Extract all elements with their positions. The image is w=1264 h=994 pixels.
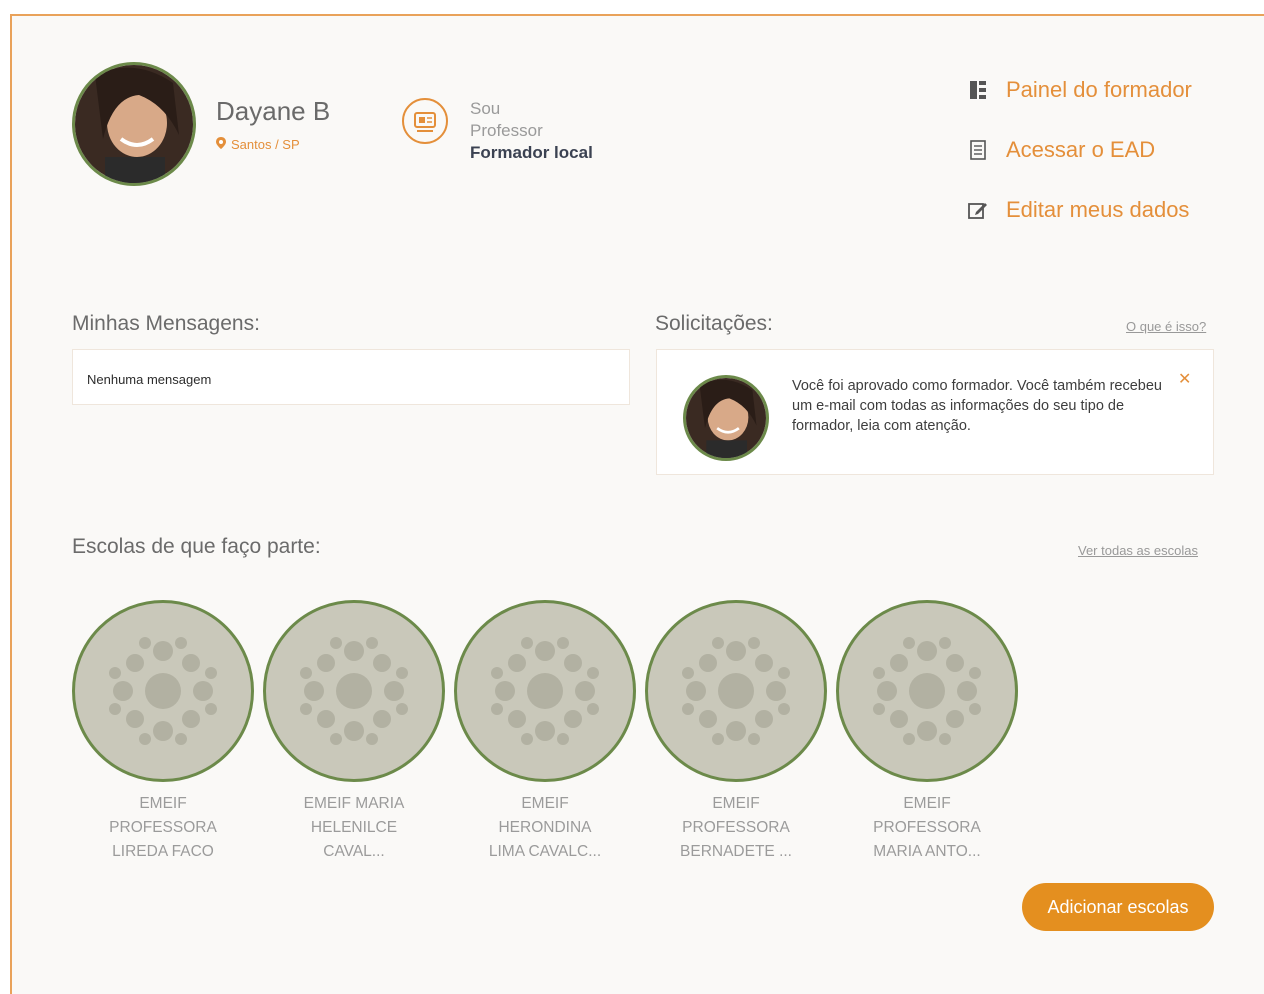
messages-empty-text: Nenhuma mensagem	[87, 372, 212, 387]
document-icon	[968, 140, 988, 160]
close-icon[interactable]: ✕	[1178, 369, 1191, 389]
school-name: EMEIF PROFESSORA BERNADETE ...	[645, 792, 827, 864]
school-logo-icon	[645, 600, 827, 782]
school-logo-icon	[454, 600, 636, 782]
school-name-line: EMEIF	[903, 795, 951, 812]
school-name-line: EMEIF	[139, 795, 187, 812]
school-logo-icon	[263, 600, 445, 782]
teacher-role-icon	[402, 98, 448, 144]
role-line-sou: Sou	[470, 99, 501, 118]
requests-help-link[interactable]: O que é isso?	[1126, 319, 1206, 334]
menu-editar-dados[interactable]: Editar meus dados	[968, 180, 1192, 240]
school-logo-icon	[836, 600, 1018, 782]
requests-title: Solicitações:	[655, 312, 773, 335]
schools-title: Escolas de que faço parte:	[72, 535, 321, 558]
role-line-professor: Professor	[470, 121, 543, 140]
school-name-line: PROFESSORA	[109, 819, 217, 836]
school-item[interactable]: EMEIF PROFESSORA LIREDA FACO	[72, 600, 254, 864]
school-name-line: PROFESSORA	[682, 819, 790, 836]
school-name-line: EMEIF MARIA	[303, 795, 405, 812]
menu-painel-formador[interactable]: Painel do formador	[968, 60, 1192, 120]
school-name-line: LIMA CAVALC...	[488, 843, 602, 860]
school-name-line: MARIA ANTO...	[873, 843, 981, 860]
role-info: Sou Professor Formador local	[470, 98, 593, 164]
school-item[interactable]: EMEIF PROFESSORA BERNADETE ...	[645, 600, 827, 864]
school-name-line: PROFESSORA	[873, 819, 981, 836]
school-name: EMEIF PROFESSORA LIREDA FACO	[72, 792, 254, 864]
schools-see-all-link[interactable]: Ver todas as escolas	[1078, 543, 1198, 558]
menu-label-ead: Acessar o EAD	[1006, 137, 1156, 162]
panel-icon	[968, 80, 988, 100]
school-name: EMEIF PROFESSORA MARIA ANTO...	[836, 792, 1018, 864]
school-name: EMEIF MARIA HELENILCE CAVAL...	[263, 792, 445, 864]
menu-acessar-ead[interactable]: Acessar o EAD	[968, 120, 1192, 180]
request-avatar	[683, 375, 769, 461]
user-avatar	[72, 62, 196, 186]
school-name-line: HELENILCE	[310, 819, 398, 836]
messages-title: Minhas Mensagens:	[72, 312, 260, 335]
menu-label-editar: Editar meus dados	[1006, 197, 1190, 222]
edit-icon	[968, 200, 988, 220]
school-item[interactable]: EMEIF PROFESSORA MARIA ANTO...	[836, 600, 1018, 864]
school-name-line: LIREDA FACO	[112, 843, 214, 860]
location-text: Santos / SP	[231, 137, 300, 152]
role-line-formador: Formador local	[470, 143, 593, 162]
school-name: EMEIF HERONDINA LIMA CAVALC...	[454, 792, 636, 864]
school-logo-icon	[72, 600, 254, 782]
request-text: Você foi aprovado como formador. Você ta…	[792, 378, 1162, 434]
school-name-line: EMEIF	[712, 795, 760, 812]
location-pin-icon	[216, 137, 226, 152]
user-name: Dayane B	[216, 96, 331, 126]
profile-menu: Painel do formador Acessar o EAD Editar …	[968, 60, 1192, 240]
school-name-line: BERNADETE ...	[680, 843, 792, 860]
add-schools-button[interactable]: Adicionar escolas	[1022, 883, 1214, 931]
messages-box: Nenhuma mensagem	[72, 349, 630, 405]
school-item[interactable]: EMEIF HERONDINA LIMA CAVALC...	[454, 600, 636, 864]
school-name-line: CAVAL...	[323, 843, 385, 860]
school-name-line: EMEIF	[521, 795, 569, 812]
menu-label-painel: Painel do formador	[1006, 77, 1192, 102]
school-item[interactable]: EMEIF MARIA HELENILCE CAVAL...	[263, 600, 445, 864]
school-name-line: HERONDINA	[498, 819, 592, 836]
user-location: Santos / SP	[216, 137, 300, 152]
